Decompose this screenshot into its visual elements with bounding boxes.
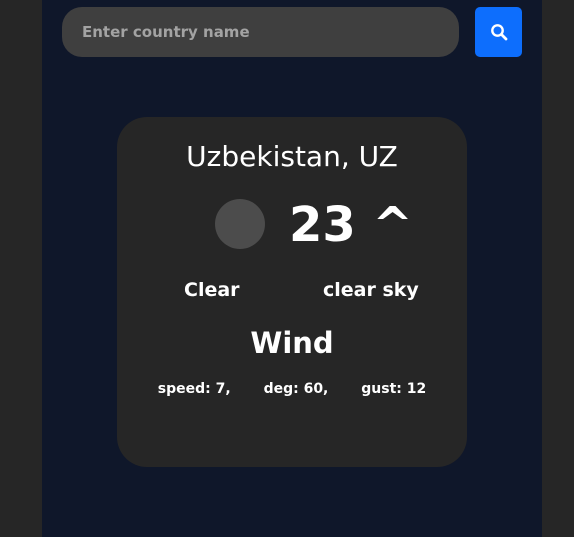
weather-description: clear sky bbox=[323, 279, 419, 301]
location-title: Uzbekistan, UZ bbox=[186, 140, 398, 173]
weather-icon bbox=[215, 199, 265, 249]
weather-condition: Clear bbox=[184, 279, 240, 301]
wind-gust: gust: 12 bbox=[361, 381, 427, 397]
wind-direction: deg: 60, bbox=[263, 381, 329, 397]
wind-stats: speed: 7, deg: 60, gust: 12 bbox=[117, 379, 467, 399]
search-bar bbox=[62, 7, 522, 57]
country-search-input[interactable] bbox=[62, 7, 459, 57]
wind-speed: speed: 7, bbox=[157, 381, 231, 397]
search-button[interactable] bbox=[475, 7, 522, 57]
wind-heading: Wind bbox=[250, 326, 334, 360]
weather-app: Uzbekistan, UZ 23 ^ Clear clear sky Wind… bbox=[42, 0, 542, 537]
search-icon bbox=[490, 24, 507, 41]
temperature-value: 23 ^ bbox=[289, 197, 413, 253]
weather-card: Uzbekistan, UZ 23 ^ Clear clear sky Wind… bbox=[117, 117, 467, 467]
